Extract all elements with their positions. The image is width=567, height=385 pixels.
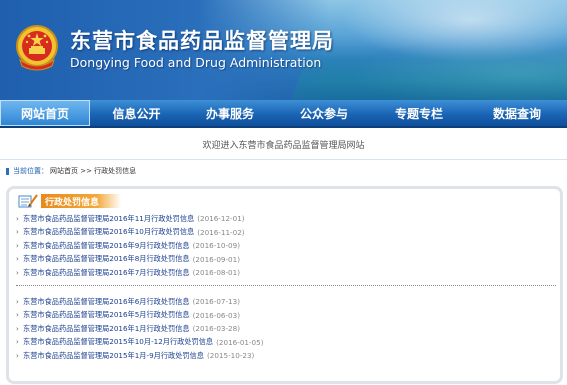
item-title-link[interactable]: 东营市食品药品监督管理局2015年1月-9月行政处罚信息 bbox=[23, 351, 204, 361]
item-title-link[interactable]: 东营市食品药品监督管理局2016年5月行政处罚信息 bbox=[23, 310, 190, 320]
item-title-link[interactable]: 东营市食品药品监督管理局2016年8月行政处罚信息 bbox=[23, 254, 190, 264]
list-item[interactable]: › 东营市食品药品监督管理局2016年11月行政处罚信息 (2016-12-01… bbox=[16, 212, 556, 226]
list-item[interactable]: › 东营市食品药品监督管理局2016年9月行政处罚信息 (2016-10-09) bbox=[16, 239, 556, 253]
welcome-bar: 欢迎进入东营市食品药品监督管理局网站 bbox=[0, 130, 567, 160]
item-date: (2016-06-03) bbox=[192, 310, 241, 320]
welcome-text: 欢迎进入东营市食品药品监督管理局网站 bbox=[202, 141, 365, 151]
bullet-arrow-icon: › bbox=[16, 241, 19, 250]
list-divider bbox=[16, 285, 556, 286]
location-pin-icon bbox=[6, 167, 9, 175]
item-title-link[interactable]: 东营市食品药品监督管理局2016年1月行政处罚信息 bbox=[23, 324, 190, 334]
list-item[interactable]: › 东营市食品药品监督管理局2016年6月行政处罚信息 (2016-07-13) bbox=[16, 295, 556, 309]
breadcrumb-path[interactable]: 网站首页 >> 行政处罚信息 bbox=[50, 166, 136, 176]
nav-item-special-topics[interactable]: 专题专栏 bbox=[371, 100, 467, 126]
section-header: 行政处罚信息 bbox=[17, 192, 122, 210]
list-item[interactable]: › 东营市食品药品监督管理局2015年10月-12月行政处罚信息 (2016-0… bbox=[16, 336, 556, 350]
penalty-list-older: › 东营市食品药品监督管理局2016年6月行政处罚信息 (2016-07-13)… bbox=[16, 295, 556, 363]
item-date: (2016-01-05) bbox=[216, 337, 264, 347]
penalty-info-panel: 行政处罚信息 › 东营市食品药品监督管理局2016年11月行政处罚信息 (201… bbox=[6, 186, 563, 384]
nav-item-info-disclosure[interactable]: 信息公开 bbox=[90, 100, 183, 126]
list-item[interactable]: › 东营市食品药品监督管理局2016年1月行政处罚信息 (2016-03-28) bbox=[16, 322, 556, 336]
list-item[interactable]: › 东营市食品药品监督管理局2016年8月行政处罚信息 (2016-09-01) bbox=[16, 253, 556, 267]
nav-item-data-query[interactable]: 数据查询 bbox=[467, 100, 567, 126]
site-title-en: Dongying Food and Drug Administration bbox=[70, 55, 322, 70]
document-pen-icon bbox=[18, 194, 38, 208]
list-item[interactable]: › 东营市食品药品监督管理局2016年5月行政处罚信息 (2016-06-03) bbox=[16, 309, 556, 323]
national-emblem-icon bbox=[16, 25, 58, 71]
bullet-arrow-icon: › bbox=[16, 297, 19, 306]
item-date: (2016-03-28) bbox=[192, 324, 241, 334]
item-title-link[interactable]: 东营市食品药品监督管理局2016年10月行政处罚信息 bbox=[23, 227, 194, 237]
bullet-arrow-icon: › bbox=[16, 338, 19, 347]
bullet-arrow-icon: › bbox=[16, 228, 19, 237]
item-date: (2016-11-02) bbox=[197, 227, 245, 237]
item-date: (2016-09-01) bbox=[192, 254, 241, 264]
header-banner: 东营市食品药品监督管理局 Dongying Food and Drug Admi… bbox=[0, 0, 567, 100]
nav-item-public-participation[interactable]: 公众参与 bbox=[277, 100, 371, 126]
item-title-link[interactable]: 东营市食品药品监督管理局2016年7月行政处罚信息 bbox=[23, 268, 190, 278]
site-title-cn: 东营市食品药品监督管理局 bbox=[70, 28, 334, 53]
section-title: 行政处罚信息 bbox=[41, 194, 122, 208]
item-date: (2016-10-09) bbox=[192, 241, 241, 251]
item-title-link[interactable]: 东营市食品药品监督管理局2016年6月行政处罚信息 bbox=[23, 297, 190, 307]
nav-item-services[interactable]: 办事服务 bbox=[183, 100, 277, 126]
list-item[interactable]: › 东营市食品药品监督管理局2016年7月行政处罚信息 (2016-08-01) bbox=[16, 266, 556, 280]
item-date: (2016-12-01) bbox=[197, 214, 245, 224]
nav-item-home[interactable]: 网站首页 bbox=[0, 100, 90, 126]
item-title-link[interactable]: 东营市食品药品监督管理局2015年10月-12月行政处罚信息 bbox=[23, 337, 213, 347]
bullet-arrow-icon: › bbox=[16, 324, 19, 333]
bullet-arrow-icon: › bbox=[16, 214, 19, 223]
bullet-arrow-icon: › bbox=[16, 351, 19, 360]
main-nav: 网站首页 信息公开 办事服务 公众参与 专题专栏 数据查询 bbox=[0, 100, 567, 128]
item-title-link[interactable]: 东营市食品药品监督管理局2016年9月行政处罚信息 bbox=[23, 241, 190, 251]
breadcrumb-prefix: 当前位置： bbox=[13, 167, 48, 175]
bullet-arrow-icon: › bbox=[16, 311, 19, 320]
list-item[interactable]: › 东营市食品药品监督管理局2016年10月行政处罚信息 (2016-11-02… bbox=[16, 226, 556, 240]
item-title-link[interactable]: 东营市食品药品监督管理局2016年11月行政处罚信息 bbox=[23, 214, 194, 224]
item-date: (2016-07-13) bbox=[192, 297, 241, 307]
item-date: (2015-10-23) bbox=[206, 351, 255, 361]
item-date: (2016-08-01) bbox=[192, 268, 241, 278]
bullet-arrow-icon: › bbox=[16, 268, 19, 277]
penalty-list-recent: › 东营市食品药品监督管理局2016年11月行政处罚信息 (2016-12-01… bbox=[16, 212, 556, 280]
bullet-arrow-icon: › bbox=[16, 255, 19, 264]
list-item[interactable]: › 东营市食品药品监督管理局2015年1月-9月行政处罚信息 (2015-10-… bbox=[16, 349, 556, 363]
breadcrumb: 当前位置： 网站首页 >> 行政处罚信息 bbox=[6, 164, 561, 178]
